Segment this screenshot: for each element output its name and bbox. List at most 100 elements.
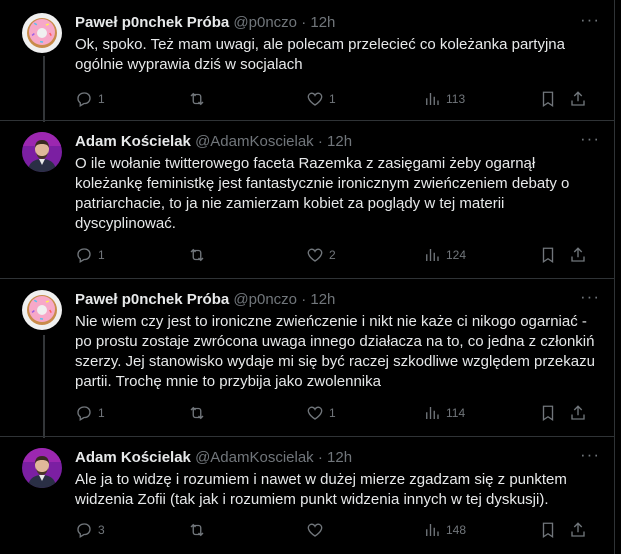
tweet[interactable]: Paweł p0nchek Próba @p0nczo · 12h ··· Ni…: [0, 279, 614, 438]
bookmark-icon: [542, 91, 554, 108]
author-name[interactable]: Adam Kościelak: [75, 133, 191, 150]
person-avatar-icon: [22, 448, 62, 488]
action-bar: 3 148: [75, 520, 587, 540]
author-name[interactable]: Adam Kościelak: [75, 449, 191, 466]
share-button[interactable]: [569, 245, 587, 265]
bookmark-icon: [542, 405, 554, 422]
like-count: 1: [329, 406, 336, 420]
views-count: 114: [446, 406, 466, 420]
avatar[interactable]: [22, 290, 62, 330]
separator-dot: ·: [317, 133, 323, 150]
retweet-button[interactable]: [188, 403, 211, 423]
tweet-header: Adam Kościelak @AdamKoscielak · 12h ···: [75, 130, 600, 152]
reply-button[interactable]: 3: [75, 520, 105, 540]
views-button[interactable]: 114: [423, 403, 465, 423]
reply-count: 1: [98, 406, 105, 420]
person-avatar-icon: [22, 132, 62, 172]
tweet-text: Nie wiem czy jest to ironiczne zwieńczen…: [75, 313, 595, 390]
views-icon: [426, 524, 439, 536]
share-button[interactable]: [569, 520, 587, 540]
views-icon: [426, 249, 439, 261]
more-icon[interactable]: ···: [578, 446, 600, 468]
author-name[interactable]: Paweł p0nchek Próba: [75, 291, 229, 308]
views-button[interactable]: 113: [423, 89, 465, 109]
bookmark-button[interactable]: [539, 89, 557, 109]
separator-dot: ·: [301, 291, 307, 308]
like-count: 2: [329, 248, 336, 262]
reply-count: 1: [98, 92, 105, 106]
reply-button[interactable]: 1: [75, 89, 105, 109]
like-button[interactable]: 2: [306, 245, 336, 265]
author-handle[interactable]: @AdamKoscielak: [195, 133, 314, 150]
share-button[interactable]: [569, 89, 587, 109]
tweet[interactable]: Adam Kościelak @AdamKoscielak · 12h ··· …: [0, 121, 614, 278]
tweet-text: Ok, spoko. Też mam uwagi, ale polecam pr…: [75, 36, 565, 73]
thread-line: [43, 335, 45, 438]
bookmark-button[interactable]: [539, 245, 557, 265]
bookmark-button[interactable]: [539, 520, 557, 540]
retweet-icon: [190, 92, 204, 106]
timestamp[interactable]: 12h: [327, 449, 352, 466]
share-icon: [571, 522, 585, 537]
timestamp[interactable]: 12h: [310, 291, 335, 308]
action-bar: 1 1 113: [75, 89, 587, 109]
like-button[interactable]: [306, 520, 329, 540]
thread-line: [43, 56, 45, 122]
like-button[interactable]: 1: [306, 89, 336, 109]
timestamp[interactable]: 12h: [327, 133, 352, 150]
author-handle[interactable]: @AdamKoscielak: [195, 449, 314, 466]
tweet-text: O ile wołanie twitterowego faceta Razemk…: [75, 155, 570, 232]
donut-avatar-icon: [22, 13, 62, 53]
more-icon[interactable]: ···: [578, 11, 600, 33]
retweet-button[interactable]: [188, 245, 211, 265]
timestamp[interactable]: 12h: [310, 14, 335, 31]
share-icon: [571, 247, 585, 262]
bookmark-icon: [542, 247, 554, 264]
tweet-header: Paweł p0nchek Próba @p0nczo · 12h ···: [75, 11, 600, 33]
right-border: [614, 0, 615, 554]
views-count: 148: [446, 523, 467, 537]
reply-icon: [77, 406, 91, 421]
reply-icon: [77, 248, 91, 263]
reply-icon: [77, 92, 91, 107]
tweet[interactable]: Adam Kościelak @AdamKoscielak · 12h ··· …: [0, 437, 614, 554]
tweet-header: Adam Kościelak @AdamKoscielak · 12h ···: [75, 446, 600, 468]
views-icon: [426, 93, 439, 105]
share-icon: [571, 405, 585, 420]
separator-dot: ·: [317, 449, 323, 466]
views-count: 124: [446, 248, 467, 262]
reply-button[interactable]: 1: [75, 245, 105, 265]
donut-avatar-icon: [22, 290, 62, 330]
avatar[interactable]: [22, 132, 62, 172]
author-handle[interactable]: @p0nczo: [233, 14, 297, 31]
views-button[interactable]: 124: [423, 245, 466, 265]
bookmark-button[interactable]: [539, 403, 557, 423]
more-icon[interactable]: ···: [578, 130, 600, 152]
retweet-icon: [190, 406, 204, 420]
views-button[interactable]: 148: [423, 520, 466, 540]
views-icon: [426, 407, 439, 419]
retweet-button[interactable]: [188, 89, 211, 109]
reply-button[interactable]: 1: [75, 403, 105, 423]
like-button[interactable]: 1: [306, 403, 336, 423]
retweet-button[interactable]: [188, 520, 211, 540]
share-icon: [571, 91, 585, 106]
avatar[interactable]: [22, 448, 62, 488]
separator-dot: ·: [301, 14, 307, 31]
retweet-icon: [190, 523, 204, 537]
bookmark-icon: [542, 522, 554, 539]
author-handle[interactable]: @p0nczo: [233, 291, 297, 308]
heart-icon: [307, 248, 323, 262]
reply-count: 3: [98, 523, 105, 537]
share-button[interactable]: [569, 403, 587, 423]
heart-icon: [307, 92, 323, 106]
like-count: 1: [329, 92, 336, 106]
more-icon[interactable]: ···: [578, 288, 600, 310]
retweet-icon: [190, 248, 204, 262]
reply-icon: [77, 523, 91, 538]
reply-count: 1: [98, 248, 105, 262]
author-name[interactable]: Paweł p0nchek Próba: [75, 14, 229, 31]
action-bar: 1 1 114: [75, 403, 587, 423]
avatar[interactable]: [22, 13, 62, 53]
tweet[interactable]: Paweł p0nchek Próba @p0nczo · 12h ··· Ok…: [0, 0, 614, 122]
